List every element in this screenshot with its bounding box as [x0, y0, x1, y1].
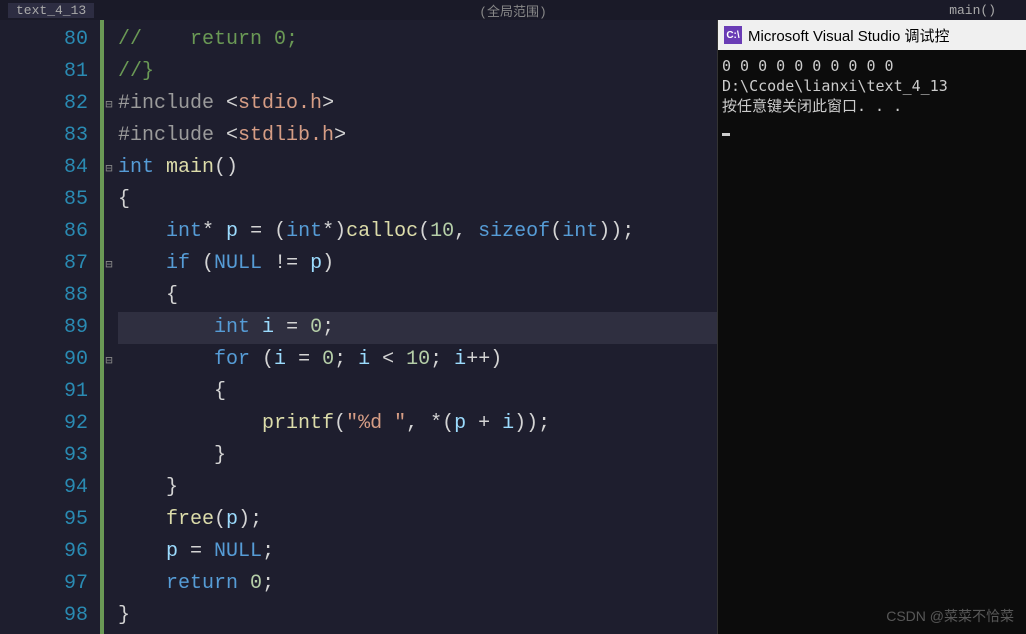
line-number: 92: [0, 408, 88, 440]
console-title: Microsoft Visual Studio 调试控: [748, 25, 949, 46]
fold-collapse-icon[interactable]: [104, 216, 114, 248]
line-number: 95: [0, 504, 88, 536]
line-number: 89: [0, 312, 88, 344]
console-title-bar[interactable]: C:\ Microsoft Visual Studio 调试控: [718, 20, 1026, 50]
code-line[interactable]: {: [118, 376, 717, 408]
tab-file[interactable]: text_4_13: [8, 3, 94, 18]
code-line[interactable]: int main(): [118, 152, 717, 184]
console-output[interactable]: 0 0 0 0 0 0 0 0 0 0 D:\Ccode\lianxi\text…: [718, 50, 1026, 634]
line-number: 84: [0, 152, 88, 184]
code-line[interactable]: for (i = 0; i < 10; i++): [118, 344, 717, 376]
line-number: 93: [0, 440, 88, 472]
code-line[interactable]: // return 0;: [118, 24, 717, 56]
console-line: 按任意键关闭此窗口. . .: [722, 97, 902, 115]
code-line[interactable]: printf("%d ", *(p + i));: [118, 408, 717, 440]
code-line[interactable]: #include <stdlib.h>: [118, 120, 717, 152]
code-line[interactable]: //}: [118, 56, 717, 88]
code-line[interactable]: p = NULL;: [118, 536, 717, 568]
fold-collapse-icon[interactable]: [104, 568, 114, 600]
code-line[interactable]: {: [118, 184, 717, 216]
watermark: CSDN @菜菜不恰菜: [886, 606, 1014, 626]
fold-collapse-icon[interactable]: [104, 504, 114, 536]
code-line[interactable]: {: [118, 280, 717, 312]
code-line[interactable]: return 0;: [118, 568, 717, 600]
code-line[interactable]: free(p);: [118, 504, 717, 536]
fold-collapse-icon[interactable]: [104, 536, 114, 568]
fold-collapse-icon[interactable]: [104, 120, 114, 152]
fold-collapse-icon[interactable]: [104, 184, 114, 216]
code-line[interactable]: if (NULL != p): [118, 248, 717, 280]
code-line[interactable]: }: [118, 440, 717, 472]
fold-collapse-icon[interactable]: [104, 56, 114, 88]
fold-collapse-icon[interactable]: ⊟: [104, 344, 114, 376]
line-number: 98: [0, 600, 88, 632]
code-line[interactable]: int i = 0;: [118, 312, 717, 344]
fold-gutter: ⊟ ⊟ ⊟ ⊟: [104, 20, 114, 634]
fold-collapse-icon[interactable]: [104, 376, 114, 408]
cursor-icon: [722, 133, 730, 136]
line-number: 87: [0, 248, 88, 280]
fold-collapse-icon[interactable]: ⊟: [104, 88, 114, 120]
fold-collapse-icon[interactable]: ⊟: [104, 152, 114, 184]
console-line: D:\Ccode\lianxi\text_4_13: [722, 77, 948, 95]
line-number: 85: [0, 184, 88, 216]
fold-collapse-icon[interactable]: [104, 312, 114, 344]
fold-collapse-icon[interactable]: [104, 24, 114, 56]
fold-collapse-icon[interactable]: [104, 280, 114, 312]
code-editor[interactable]: 80 81 82 83 84 85 86 87 88 89 90 91 92 9…: [0, 20, 718, 634]
code-line[interactable]: int* p = (int*)calloc(10, sizeof(int));: [118, 216, 717, 248]
function-dropdown[interactable]: main(): [949, 3, 996, 18]
line-number: 83: [0, 120, 88, 152]
line-number: 80: [0, 24, 88, 56]
line-number: 90: [0, 344, 88, 376]
fold-collapse-icon[interactable]: ⊟: [104, 248, 114, 280]
tab-bar: text_4_13 (全局范围) main(): [0, 0, 1026, 20]
fold-collapse-icon[interactable]: [104, 408, 114, 440]
line-number: 82: [0, 88, 88, 120]
code-line[interactable]: }: [118, 472, 717, 504]
vs-icon: C:\: [724, 26, 742, 44]
code-text[interactable]: // return 0; //} #include <stdio.h> #inc…: [114, 20, 717, 634]
scope-dropdown[interactable]: (全局范围): [479, 1, 547, 20]
line-number: 94: [0, 472, 88, 504]
line-number: 96: [0, 536, 88, 568]
fold-collapse-icon[interactable]: [104, 600, 114, 632]
line-number: 88: [0, 280, 88, 312]
fold-collapse-icon[interactable]: [104, 472, 114, 504]
fold-collapse-icon[interactable]: [104, 440, 114, 472]
line-number: 86: [0, 216, 88, 248]
line-number: 91: [0, 376, 88, 408]
line-number-gutter: 80 81 82 83 84 85 86 87 88 89 90 91 92 9…: [0, 20, 100, 634]
debug-console-panel: C:\ Microsoft Visual Studio 调试控 0 0 0 0 …: [718, 20, 1026, 634]
line-number: 81: [0, 56, 88, 88]
line-number: 97: [0, 568, 88, 600]
console-line: 0 0 0 0 0 0 0 0 0 0: [722, 57, 894, 75]
code-line[interactable]: }: [118, 600, 717, 632]
code-line[interactable]: #include <stdio.h>: [118, 88, 717, 120]
